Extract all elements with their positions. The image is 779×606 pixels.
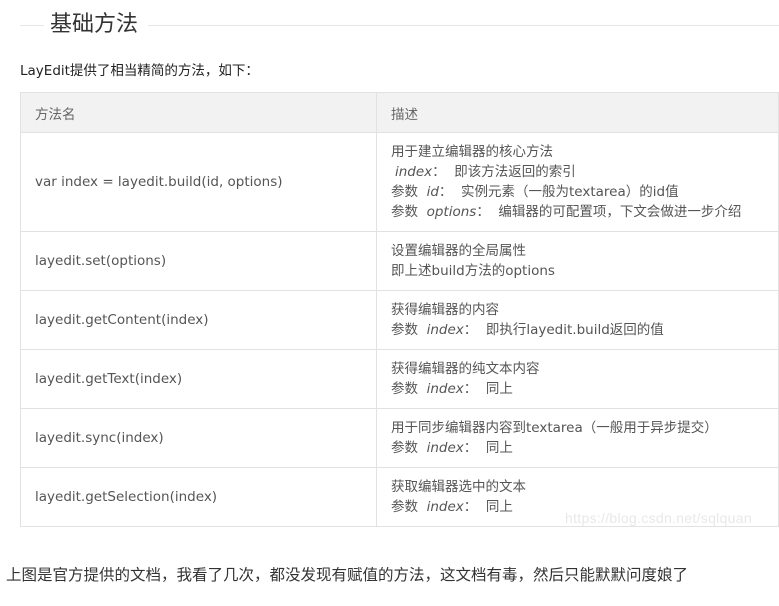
header-rule-right — [148, 25, 779, 26]
description-text: ： 同上 — [463, 440, 513, 456]
description-text: 获取编辑器选中的文本 — [391, 479, 526, 495]
param-name: index — [426, 322, 464, 338]
description-text: ： 同上 — [463, 499, 513, 515]
footer-paragraph: 上图是官方提供的文档，我看了几次，都没发现有赋值的方法，这文档有毒，然后只能默默… — [6, 566, 689, 584]
description-cell: 获得编辑器的纯文本内容 参数 index： 同上 — [376, 349, 779, 409]
description-line: 参数 id： 实例元素（一般为textarea）的id值 — [391, 182, 764, 202]
method-cell: layedit.getSelection(index) — [20, 467, 377, 527]
description-text: 用于同步编辑器内容到textarea（一般用于异步提交） — [391, 420, 718, 436]
description-line: 用于同步编辑器内容到textarea（一般用于异步提交） — [391, 418, 764, 438]
description-line: 即上述build方法的options — [391, 261, 764, 281]
param-name: index — [426, 440, 464, 456]
description-line: 参数 index： 同上 — [391, 438, 764, 458]
description-line: index： 即该方法返回的索引 — [391, 162, 764, 182]
method-cell: layedit.getText(index) — [20, 349, 377, 409]
param-name: options — [426, 204, 477, 220]
param-prefix: 参数 — [391, 322, 427, 338]
description-line: 参数 index： 即执行layedit.build返回的值 — [391, 320, 764, 340]
description-line: 设置编辑器的全局属性 — [391, 241, 764, 261]
description-text: ： 同上 — [463, 381, 513, 397]
param-prefix: 参数 — [391, 440, 427, 456]
method-name-header: 方法名 — [20, 92, 377, 133]
watermark: https://blog.csdn.net/sqlquan — [565, 510, 752, 526]
param-prefix: 参数 — [391, 381, 427, 397]
description-text: ： 即该方法返回的索引 — [432, 164, 576, 180]
param-prefix: 参数 — [391, 499, 427, 515]
description-text: 即上述build方法的options — [391, 263, 555, 279]
param-prefix: 参数 — [391, 204, 427, 220]
description-header: 描述 — [376, 92, 779, 133]
table-header-row: 方法名 描述 — [20, 92, 779, 133]
description-line: 获得编辑器的纯文本内容 — [391, 359, 764, 379]
table-row: var index = layedit.build(id, options)用于… — [20, 132, 779, 232]
description-text: 用于建立编辑器的核心方法 — [391, 144, 553, 160]
description-cell: 用于建立编辑器的核心方法 index： 即该方法返回的索引 参数 id： 实例元素（… — [376, 132, 779, 232]
method-cell: var index = layedit.build(id, options) — [20, 132, 377, 232]
param-name: id — [426, 184, 439, 200]
table-row: layedit.getText(index) 获得编辑器的纯文本内容 参数 inde… — [20, 349, 779, 409]
method-cell: layedit.sync(index) — [20, 408, 377, 468]
description-cell: 获得编辑器的内容 参数 index： 即执行layedit.build返回的值 — [376, 290, 779, 350]
description-text: ： 编辑器的可配置项，下文会做进一步介绍 — [476, 204, 742, 220]
description-text: 设置编辑器的全局属性 — [391, 243, 526, 259]
api-methods-table: 方法名 描述 var index = layedit.build(id, opt… — [20, 92, 779, 527]
description-text: 获得编辑器的纯文本内容 — [391, 361, 540, 377]
description-line: 用于建立编辑器的核心方法 — [391, 142, 764, 162]
table-body: var index = layedit.build(id, options)用于… — [20, 132, 779, 527]
table-row: layedit.sync(index) 用于同步编辑器内容到textarea（一般… — [20, 408, 779, 468]
description-line: 参数 index： 同上 — [391, 379, 764, 399]
header-rule-left — [20, 25, 44, 26]
intro-text: LayEdit提供了相当精简的方法，如下： — [20, 63, 259, 79]
description-line: 参数 options： 编辑器的可配置项，下文会做进一步介绍 — [391, 202, 764, 222]
description-text: ： 即执行layedit.build返回的值 — [463, 322, 664, 338]
section-title: 基础方法 — [50, 12, 139, 37]
description-text: ： 实例元素（一般为textarea）的id值 — [438, 184, 679, 200]
method-cell: layedit.set(options) — [20, 231, 377, 291]
description-cell: 设置编辑器的全局属性即上述build方法的options — [376, 231, 779, 291]
description-line: 获取编辑器选中的文本 — [391, 477, 764, 497]
param-name: index — [426, 381, 464, 397]
description-cell: 用于同步编辑器内容到textarea（一般用于异步提交） 参数 index： 同上 — [376, 408, 779, 468]
method-cell: layedit.getContent(index) — [20, 290, 377, 350]
table-row: layedit.set(options) 设置编辑器的全局属性 即上述build方法… — [20, 231, 779, 291]
table-row: layedit.getContent(index) 获得编辑器的内容 参数 inde… — [20, 290, 779, 350]
param-prefix: 参数 — [391, 184, 427, 200]
description-text: 获得编辑器的内容 — [391, 302, 499, 318]
section-header: 基础方法 — [20, 0, 779, 40]
param-name: index — [395, 164, 433, 180]
param-name: index — [426, 499, 464, 515]
description-line: 获得编辑器的内容 — [391, 300, 764, 320]
